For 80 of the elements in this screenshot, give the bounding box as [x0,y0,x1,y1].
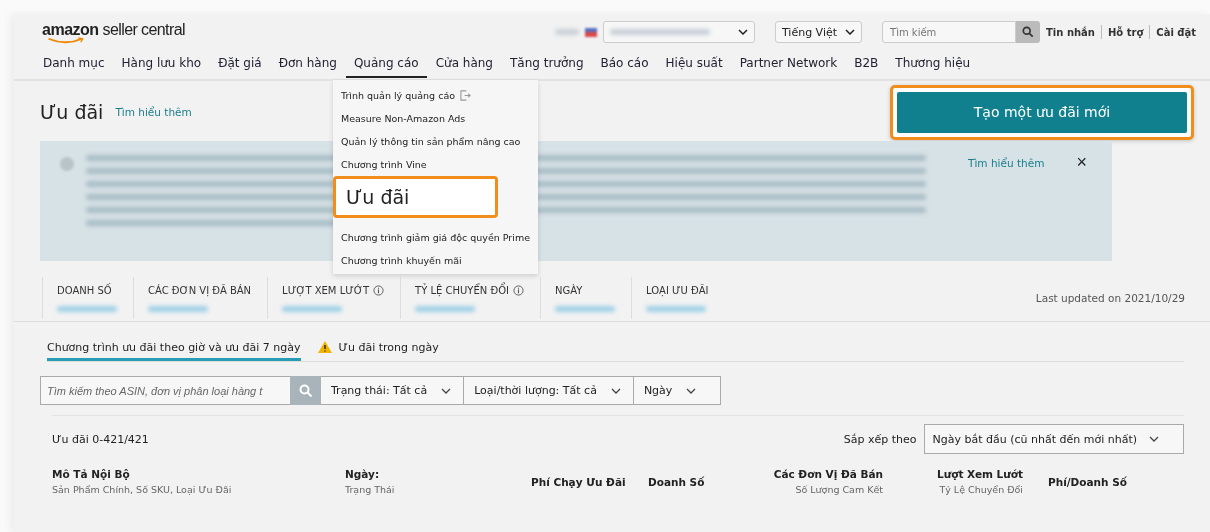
column-subheader: Số Lượng Cam Kết [795,484,883,495]
redacted-text [554,29,579,35]
chevron-icon [686,387,697,394]
stat-label: LƯỢT XEM LƯỚT [282,284,370,296]
menu-item[interactable]: Ưu đãi [333,176,499,218]
nav-tab[interactable]: Cửa hàng [427,48,501,78]
nav-tab[interactable]: Thương hiệu [887,48,979,78]
menu-item[interactable]: Chương trình giảm giá độc quyền Prime [341,232,531,243]
nav-tab[interactable]: Đơn hàng [270,48,345,78]
chevron-icon [1149,436,1159,442]
redacted-text [646,305,706,312]
search-icon [298,383,313,398]
nav-tab[interactable]: B2B [846,48,887,78]
flag-icon [584,27,597,37]
column-subheader: Tỷ Lệ Chuyển Đổi [939,484,1023,495]
stat-label: TỶ LỆ CHUYỂN ĐỔI [415,284,509,296]
menu-item[interactable]: Chương trình khuyến mãi [341,255,462,266]
learn-more-link[interactable]: Tìm hiểu thêm [115,106,192,118]
filter-dropdown[interactable]: Trạng thái: Tất cả [321,376,465,405]
sort-label: Sắp xếp theo [843,432,917,446]
nav-tab[interactable]: Hiệu suất [657,48,731,78]
column-subheader: Sản Phẩm Chính, Số SKU, Loại Ưu Đãi [52,484,233,495]
chevron-icon [610,387,621,394]
redacted-text [415,305,476,312]
warning-icon [316,340,333,354]
stat-label: NGÀY [555,284,583,296]
menu-item[interactable]: Chương trình Vine [341,159,427,170]
nav-tab[interactable]: Quảng cáo [345,48,427,78]
column-header: Doanh Số [648,476,706,488]
header-link[interactable]: Tin nhắn [1046,26,1095,38]
nav-tab[interactable]: Hàng lưu kho [113,48,210,78]
stat-label: CÁC ĐƠN VỊ ĐÃ BÁN [148,284,252,296]
chevron-icon [737,29,748,35]
redacted-text [148,305,208,312]
nav-tab[interactable]: Tăng trưởng [502,48,592,78]
column-header: Phí/Doanh Số [1048,476,1127,488]
column-header: Mô Tả Nội Bộ [52,468,131,480]
create-deal-button[interactable]: Tạo một ưu đãi mới [897,91,1187,133]
search-field[interactable]: Tìm kiếm theo ASIN, đơn vị phân loại hàng t [40,376,290,405]
tab[interactable]: Ưu đãi trong ngày [316,334,439,361]
redacted-text [555,305,615,312]
filter-dropdown[interactable]: Loại/thời lượng: Tất cả [464,376,634,405]
column-header: Ngày: [345,468,381,480]
logo-product: seller central [102,21,185,39]
nav-tab[interactable]: Partner Network [731,48,846,78]
nav-tab[interactable]: Danh mục [42,48,113,78]
tab[interactable]: Chương trình ưu đãi theo giờ và ưu đãi 7 ngày [47,334,301,361]
result-count: Ưu đãi 0-421/421 [52,432,149,446]
menu-item[interactable]: Quản lý thông tin sản phẩm nâng cao [341,136,521,147]
chevron-icon [441,387,452,394]
search-icon [1022,26,1035,38]
column-subheader: Trạng Thái [345,484,396,495]
chevron-icon [845,29,856,35]
search-field[interactable]: Tìm kiếm [882,21,1017,43]
column-header: Phí Chạy Ưu Đãi [531,476,627,488]
nav-tab[interactable]: Đặt giá [210,48,270,78]
marketplace-select[interactable] [602,21,755,43]
close-button[interactable]: × [1076,155,1087,169]
logo-brand: amazon [42,21,99,43]
search-button[interactable] [1016,21,1041,43]
smile-icon [46,37,86,44]
column-header: Các Đơn Vị Đã Bán [773,468,883,480]
last-updated-text: Last updated on 2021/10/29 [1035,292,1185,304]
stat-label: DOANH SỐ [57,284,112,296]
stat-label: LOẠI ƯU ĐÃI [646,284,709,296]
column-header: Lượt Xem Lướt [937,468,1023,480]
header-link[interactable]: Hỗ trợ [1108,26,1144,38]
redacted-text [282,305,343,312]
logo[interactable]: amazon seller central [42,21,185,43]
external-link-icon [460,90,471,101]
language-select[interactable]: Tiếng Việt [774,21,863,43]
page-title: Ưu đãi [40,101,104,123]
menu-item[interactable]: Measure Non-Amazon Ads [341,113,466,124]
header-link[interactable]: Cài đặt [1156,26,1196,38]
menu-item[interactable]: Trình quản lý quảng cáo [341,90,455,101]
nav-tab[interactable]: Báo cáo [592,48,657,78]
sort-dropdown[interactable]: Ngày bắt đầu (cũ nhất đến mới nhất) [923,424,1184,454]
learn-more-link[interactable]: Tìm hiểu thêm [968,157,1045,169]
redacted-text [57,305,117,312]
filter-dropdown[interactable]: Ngày [633,376,722,405]
